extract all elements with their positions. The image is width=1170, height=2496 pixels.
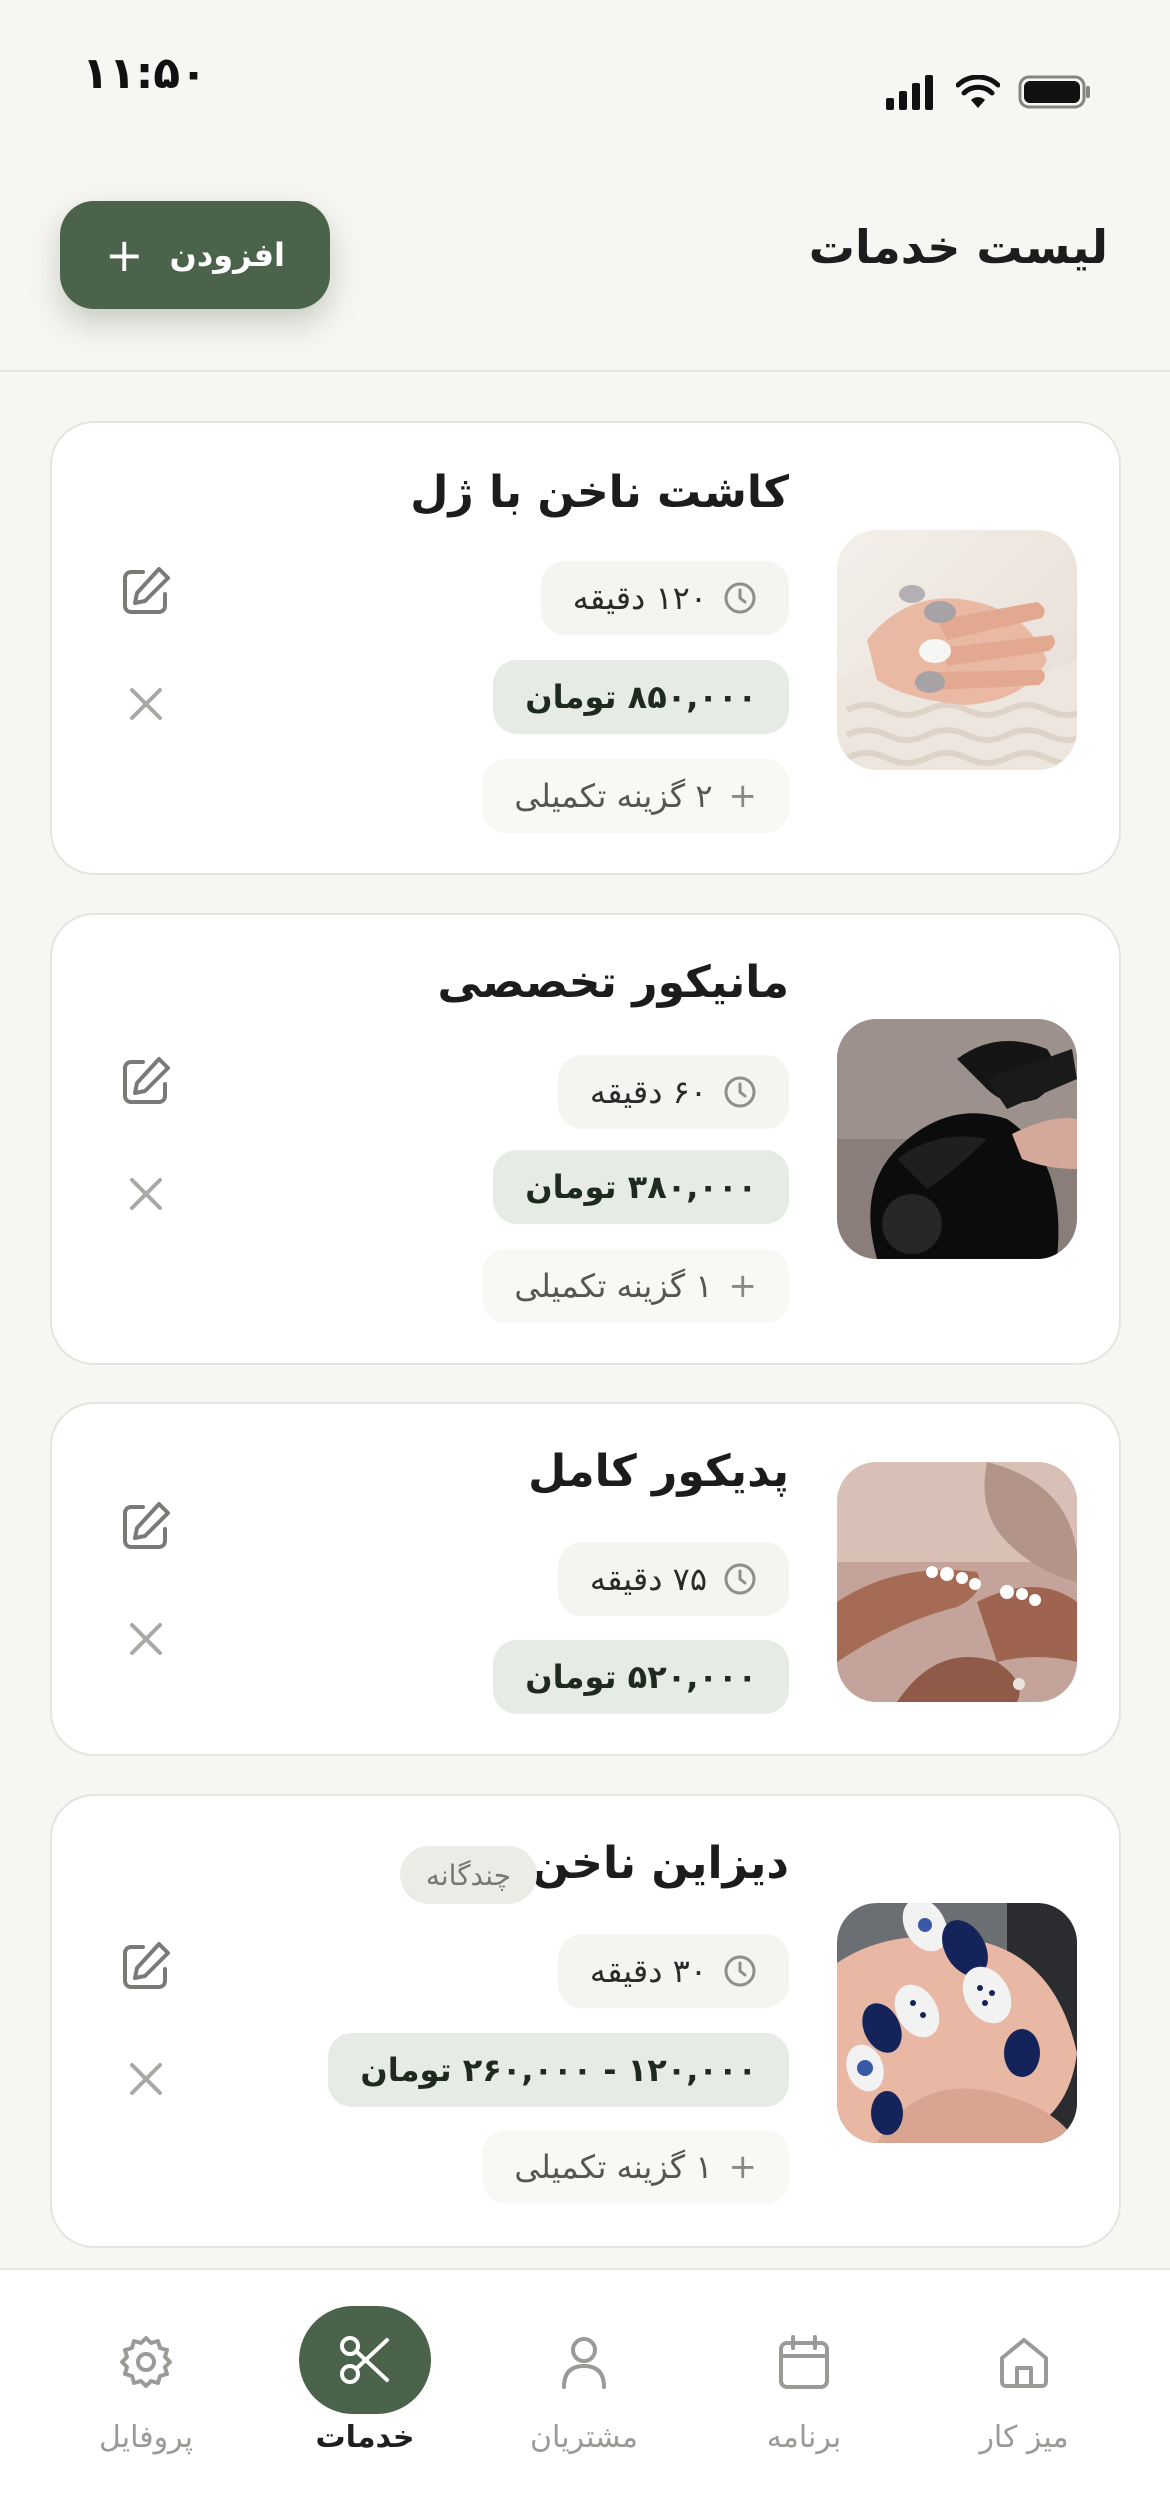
status-time: ۱۱:۵۰ xyxy=(82,48,208,99)
close-icon xyxy=(130,688,162,720)
home-icon xyxy=(1000,2338,1048,2388)
page-title: لیست خدمات xyxy=(808,220,1108,274)
edit-icon xyxy=(123,1057,170,1104)
bottom-nav: میز کار برنامه مشتریان خدمات پروفایل xyxy=(0,2268,1170,2496)
nav-label: میز کار xyxy=(979,2420,1069,2455)
calendar-icon xyxy=(779,2335,829,2389)
duration-pill: ۷۵ دقیقه xyxy=(557,1542,789,1616)
price-pill: ۸۵۰,۰۰۰ تومان xyxy=(493,660,789,734)
nav-label: خدمات xyxy=(315,2420,415,2455)
delete-button[interactable] xyxy=(116,1164,176,1224)
duration-pill: ۶۰ دقیقه xyxy=(557,1055,789,1129)
edit-icon xyxy=(123,1942,170,1989)
delete-button[interactable] xyxy=(116,674,176,734)
gel-nails-image xyxy=(837,530,1077,770)
clock-icon xyxy=(724,1563,756,1595)
options-pill[interactable]: + ۲ گزینه تکمیلی xyxy=(482,759,789,833)
delete-button[interactable] xyxy=(116,1609,176,1669)
plus-icon: + xyxy=(728,2147,758,2187)
nail-design-image xyxy=(837,1903,1077,2143)
duration-text: ۱۲۰ دقیقه xyxy=(572,579,707,617)
edit-icon xyxy=(123,567,170,614)
plus-icon: + xyxy=(728,1266,758,1306)
options-text: ۲ گزینه تکمیلی xyxy=(514,777,713,815)
add-button-label: افزودن xyxy=(169,236,285,274)
duration-pill: ۳۰ دقیقه xyxy=(557,1934,789,2008)
close-icon xyxy=(130,1178,162,1210)
gear-icon xyxy=(120,2336,172,2388)
add-service-button[interactable]: افزودن + xyxy=(60,201,330,309)
duration-pill: ۱۲۰ دقیقه xyxy=(540,561,789,635)
nav-item-schedule[interactable]: برنامه xyxy=(704,2270,904,2496)
options-text: ۱ گزینه تکمیلی xyxy=(514,1267,713,1305)
nav-item-profile[interactable]: پروفایل xyxy=(46,2270,246,2496)
service-card[interactable]: دیزاین ناخن چندگانه ۳۰ دقیقه ۱۲۰,۰۰۰ - ۲… xyxy=(50,1794,1121,2248)
clock-icon xyxy=(724,1076,756,1108)
price-pill: ۵۲۰,۰۰۰ تومان xyxy=(493,1640,789,1714)
plus-icon: + xyxy=(728,776,758,816)
service-title: مانیکور تخصصی xyxy=(437,957,789,1008)
pedicure-image xyxy=(837,1462,1077,1702)
service-card[interactable]: پدیکور کامل ۷۵ دقیقه ۵۲۰,۰۰۰ تومان xyxy=(50,1402,1121,1756)
duration-text: ۷۵ دقیقه xyxy=(589,1560,707,1598)
nav-label: برنامه xyxy=(766,2420,842,2455)
service-card[interactable]: کاشت ناخن با ژل ۱۲۰ دقیقه ۸۵۰,۰۰۰ تومان … xyxy=(50,421,1121,875)
edit-icon xyxy=(123,1502,170,1549)
service-title: پدیکور کامل xyxy=(528,1446,789,1497)
options-pill[interactable]: + ۱ گزینه تکمیلی xyxy=(482,1249,789,1323)
service-card[interactable]: مانیکور تخصصی ۶۰ دقیقه ۳۸۰,۰۰۰ تومان + ۱… xyxy=(50,913,1121,1365)
options-text: ۱ گزینه تکمیلی xyxy=(514,2148,713,2186)
status-icons xyxy=(886,74,1092,110)
manicure-image xyxy=(837,1019,1077,1259)
delete-button[interactable] xyxy=(116,2049,176,2109)
duration-text: ۳۰ دقیقه xyxy=(589,1952,707,1990)
signal-icon xyxy=(886,75,933,110)
edit-button[interactable] xyxy=(116,1051,176,1111)
close-icon xyxy=(130,2063,162,2095)
clock-icon xyxy=(724,582,756,614)
status-bar: ۱۱:۵۰ xyxy=(0,0,1170,150)
nav-item-dashboard[interactable]: میز کار xyxy=(924,2270,1124,2496)
battery-icon xyxy=(1018,75,1090,109)
multi-badge: چندگانه xyxy=(399,1846,537,1904)
header: لیست خدمات افزودن + xyxy=(0,150,1170,372)
nav-item-services[interactable]: خدمات xyxy=(265,2270,465,2496)
plus-icon: + xyxy=(105,228,144,282)
price-pill: ۱۲۰,۰۰۰ - ۲۶۰,۰۰۰ تومان xyxy=(328,2033,789,2107)
duration-text: ۶۰ دقیقه xyxy=(589,1073,707,1111)
options-pill[interactable]: + ۱ گزینه تکمیلی xyxy=(482,2130,789,2204)
wifi-icon xyxy=(956,75,1000,108)
price-pill: ۳۸۰,۰۰۰ تومان xyxy=(493,1150,789,1224)
nav-label: پروفایل xyxy=(99,2420,193,2455)
service-title: کاشت ناخن با ژل xyxy=(410,467,789,518)
scissors-icon xyxy=(340,2336,389,2384)
edit-button[interactable] xyxy=(116,561,176,621)
nav-label: مشتریان xyxy=(530,2420,638,2455)
edit-button[interactable] xyxy=(116,1936,176,1996)
close-icon xyxy=(130,1623,162,1655)
active-indicator xyxy=(299,2306,431,2414)
nav-item-customers[interactable]: مشتریان xyxy=(484,2270,684,2496)
person-icon xyxy=(562,2337,606,2389)
clock-icon xyxy=(724,1955,756,1987)
edit-button[interactable] xyxy=(116,1496,176,1556)
service-title: دیزاین ناخن xyxy=(531,1838,789,1889)
